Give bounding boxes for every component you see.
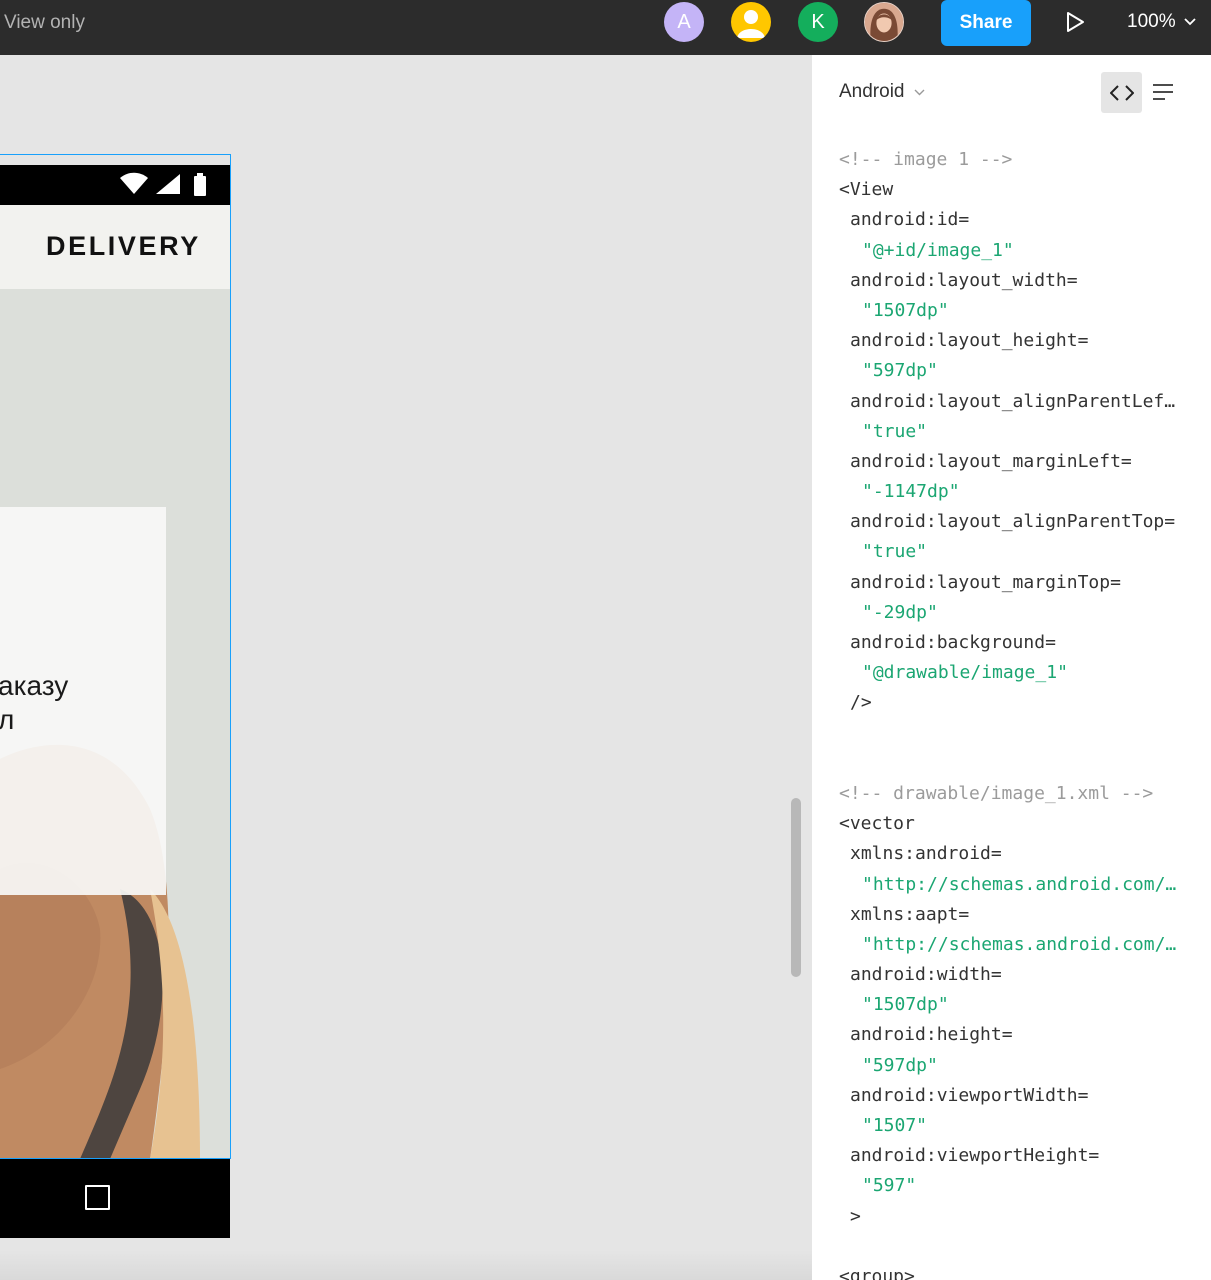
code-line: android:id=: [850, 209, 970, 231]
code-line: android:viewportWidth=: [850, 1084, 1089, 1106]
code-line: android:background=: [850, 632, 1056, 653]
avatar-k[interactable]: K: [798, 2, 838, 42]
play-icon[interactable]: [1064, 10, 1086, 34]
code-inspect-panel: Android <!-- image 1 --> <View android:id=…: [812, 55, 1211, 1280]
view-mode-label: View only: [4, 12, 85, 33]
code-line: android:height=: [850, 1024, 1013, 1046]
top-toolbar: View only A K Share 100%: [0, 0, 1211, 55]
code-block: <!-- image 1 --> <View android:id= "@+id/im…: [839, 145, 1194, 1280]
zoom-dropdown[interactable]: 100%: [1127, 11, 1196, 33]
chevron-down-icon: [1183, 18, 1196, 26]
code-line: android:viewportHeight=: [850, 1145, 1100, 1167]
code-line: "http://schemas.android.com/…: [862, 933, 1177, 955]
platform-dropdown[interactable]: Android: [839, 81, 925, 103]
code-line: <!-- drawable/image_1.xml -->: [839, 782, 1154, 804]
code-line: "597": [862, 1175, 917, 1197]
code-line: >: [850, 1205, 861, 1227]
code-line: "true": [862, 541, 928, 563]
code-line: android:layout_height=: [850, 330, 1089, 352]
avatar-photo[interactable]: [864, 2, 904, 42]
canvas-bottom-shade: [0, 1250, 812, 1280]
code-line: android:width=: [850, 964, 1002, 986]
code-line: "@drawable/image_1": [862, 662, 1068, 684]
code-line: "http://schemas.android.com/…: [862, 873, 1177, 895]
zoom-level: 100%: [1127, 11, 1176, 32]
platform-label: Android: [839, 81, 905, 102]
code-line: "597dp": [862, 1054, 938, 1076]
code-icon: [1109, 84, 1134, 101]
code-line: "-29dp": [862, 601, 938, 623]
list-view-icon[interactable]: [1152, 82, 1174, 102]
code-line: android:layout_marginTop=: [850, 571, 1121, 593]
avatar-user[interactable]: [731, 2, 771, 42]
avatar-a[interactable]: A: [664, 2, 704, 42]
code-line: <View: [839, 179, 894, 201]
avatar-initial: A: [677, 10, 691, 33]
code-line: android:layout_alignParentLef…: [850, 390, 1176, 412]
avatar-initial: K: [811, 10, 825, 33]
code-line: "1507": [862, 1115, 928, 1136]
code-line: "@+id/image_1": [862, 239, 1014, 261]
code-line: android:layout_width=: [850, 269, 1078, 291]
profile-photo-icon: [865, 3, 903, 41]
vertical-scrollbar[interactable]: [791, 798, 801, 977]
code-line: <group>: [839, 1265, 915, 1280]
frame-selection-outline[interactable]: [0, 154, 231, 1159]
code-line: "597dp": [862, 360, 938, 382]
code-line: "1507dp": [862, 994, 949, 1016]
code-line: android:layout_alignParentTop=: [850, 511, 1176, 533]
code-line: <vector: [839, 813, 915, 835]
code-line: "true": [862, 420, 928, 442]
code-line: xmlns:aapt=: [850, 903, 970, 925]
code-line: "1507dp": [862, 299, 949, 321]
code-line: xmlns:android=: [850, 843, 1002, 865]
chevron-down-icon: [914, 89, 924, 95]
user-icon: [737, 10, 765, 38]
share-button[interactable]: Share: [941, 0, 1031, 46]
recents-icon[interactable]: [85, 1185, 110, 1210]
code-line: />: [850, 692, 872, 714]
code-line: "-1147dp": [862, 481, 960, 503]
code-view-button[interactable]: [1101, 72, 1142, 113]
android-nav-bar: [0, 1159, 230, 1238]
code-line: <!-- image 1 -->: [839, 149, 1013, 170]
code-line: android:layout_marginLeft=: [850, 450, 1132, 472]
design-canvas[interactable]: аказу л DELIVERY: [0, 55, 812, 1280]
